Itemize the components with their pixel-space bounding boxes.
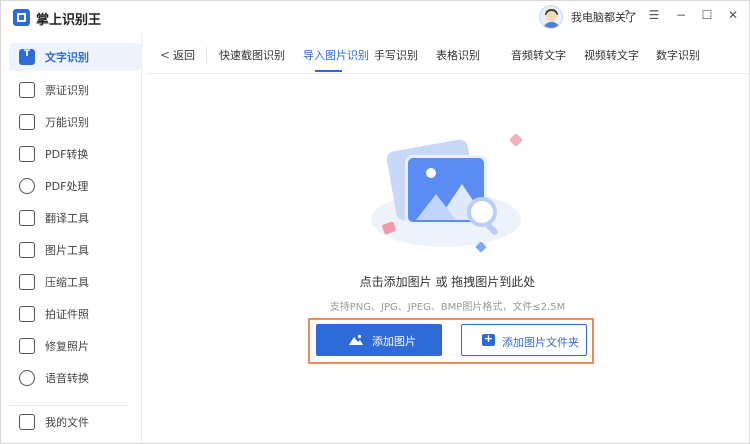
active-tab-indicator bbox=[315, 70, 342, 72]
voice-convert-icon bbox=[19, 370, 35, 386]
sidebar-item-universal[interactable]: 万能识别 bbox=[9, 108, 141, 136]
user-avatar[interactable] bbox=[539, 5, 563, 29]
ticket-icon bbox=[19, 82, 35, 98]
sidebar-item-label: 票证识别 bbox=[45, 84, 89, 97]
add-folder-button[interactable]: 添加图片文件夹 bbox=[461, 324, 587, 356]
help-icon[interactable]: ? bbox=[619, 7, 635, 23]
mountain-image-icon bbox=[349, 334, 363, 345]
sidebar-item-voice-convert[interactable]: 语音转换 bbox=[9, 364, 141, 392]
sidebar-item-label: 压缩工具 bbox=[45, 276, 89, 289]
sidebar-divider bbox=[9, 405, 129, 406]
magnifier-icon bbox=[467, 197, 497, 227]
text-recognition-icon bbox=[19, 49, 35, 65]
sidebar-item-label: 拍证件照 bbox=[45, 308, 89, 321]
universal-scan-icon bbox=[19, 114, 35, 130]
sidebar-item-image-tools[interactable]: 图片工具 bbox=[9, 236, 141, 264]
sidebar: 文字识别 票证识别 万能识别 PDF转换 PDF处理 翻译工具 图片工具 压缩 bbox=[1, 33, 142, 443]
sidebar-item-pdf-process[interactable]: PDF处理 bbox=[9, 172, 141, 200]
sidebar-item-compress[interactable]: 压缩工具 bbox=[9, 268, 141, 296]
title-bar: 掌上识别王 我电脑都关了 ? ☰ − ☐ ✕ bbox=[1, 1, 749, 33]
photo-repair-icon bbox=[19, 338, 35, 354]
app-logo-icon bbox=[13, 9, 30, 26]
compress-icon bbox=[19, 274, 35, 290]
pdf-process-icon bbox=[19, 178, 35, 194]
app-title: 掌上识别王 bbox=[36, 13, 102, 28]
maximize-button[interactable]: ☐ bbox=[699, 7, 715, 23]
tab-table[interactable]: 表格识别 bbox=[436, 47, 480, 63]
tab-import-image[interactable]: 导入图片识别 bbox=[303, 47, 369, 63]
sidebar-item-ticket[interactable]: 票证识别 bbox=[9, 76, 141, 104]
sidebar-item-label: 文字识别 bbox=[45, 51, 89, 64]
back-button[interactable]: 返回 bbox=[173, 47, 195, 63]
tab-quick-screenshot[interactable]: 快速截图识别 bbox=[219, 47, 285, 63]
folder-icon bbox=[19, 414, 35, 430]
close-button[interactable]: ✕ bbox=[725, 7, 741, 23]
tab-separator bbox=[206, 47, 207, 63]
image-tools-icon bbox=[19, 242, 35, 258]
pdf-convert-icon bbox=[19, 146, 35, 162]
sidebar-item-photo-repair[interactable]: 修复照片 bbox=[9, 332, 141, 360]
sidebar-item-label: 修复照片 bbox=[45, 340, 89, 353]
sidebar-item-label: 图片工具 bbox=[45, 244, 89, 257]
tab-audio-to-text[interactable]: 音频转文字 bbox=[511, 47, 566, 63]
add-image-button[interactable]: 添加图片 bbox=[316, 324, 442, 356]
sidebar-item-label: PDF处理 bbox=[45, 180, 89, 193]
tab-handwriting[interactable]: 手写识别 bbox=[374, 47, 418, 63]
chevron-left-icon[interactable]: < bbox=[160, 48, 170, 62]
translate-icon bbox=[19, 210, 35, 226]
tab-number[interactable]: 数字识别 bbox=[656, 47, 700, 63]
app-window: 掌上识别王 我电脑都关了 ? ☰ − ☐ ✕ 文字识别 票证识别 万能识别 PD… bbox=[0, 0, 750, 444]
sidebar-item-label: PDF转换 bbox=[45, 148, 89, 161]
upload-illustration[interactable] bbox=[361, 127, 531, 257]
add-folder-button-label: 添加图片文件夹 bbox=[502, 336, 579, 349]
tab-video-to-text[interactable]: 视频转文字 bbox=[584, 47, 639, 63]
sidebar-item-text-recognition[interactable]: 文字识别 bbox=[9, 43, 141, 71]
id-photo-icon bbox=[19, 306, 35, 322]
supported-formats-hint: 支持PNG、JPG、JPEG、BMP图片格式，文件≤2.5M bbox=[329, 302, 566, 313]
sidebar-item-label: 我的文件 bbox=[45, 416, 89, 429]
sidebar-item-translate[interactable]: 翻译工具 bbox=[9, 204, 141, 232]
tab-bar: < 返回 快速截图识别 导入图片识别 手写识别 表格识别 音频转文字 视频转文字… bbox=[146, 41, 749, 74]
sidebar-item-id-photo[interactable]: 拍证件照 bbox=[9, 300, 141, 328]
minimize-button[interactable]: − bbox=[673, 7, 689, 23]
sidebar-item-label: 万能识别 bbox=[45, 116, 89, 129]
add-folder-icon bbox=[482, 332, 495, 346]
sidebar-item-pdf-convert[interactable]: PDF转换 bbox=[9, 140, 141, 168]
sidebar-item-label: 翻译工具 bbox=[45, 212, 89, 225]
add-image-button-label: 添加图片 bbox=[372, 335, 416, 348]
menu-icon[interactable]: ☰ bbox=[646, 7, 662, 23]
upload-prompt: 点击添加图片 或 拖拽图片到此处 bbox=[359, 275, 536, 289]
sidebar-item-my-files[interactable]: 我的文件 bbox=[9, 408, 141, 436]
sidebar-item-label: 语音转换 bbox=[45, 372, 89, 385]
